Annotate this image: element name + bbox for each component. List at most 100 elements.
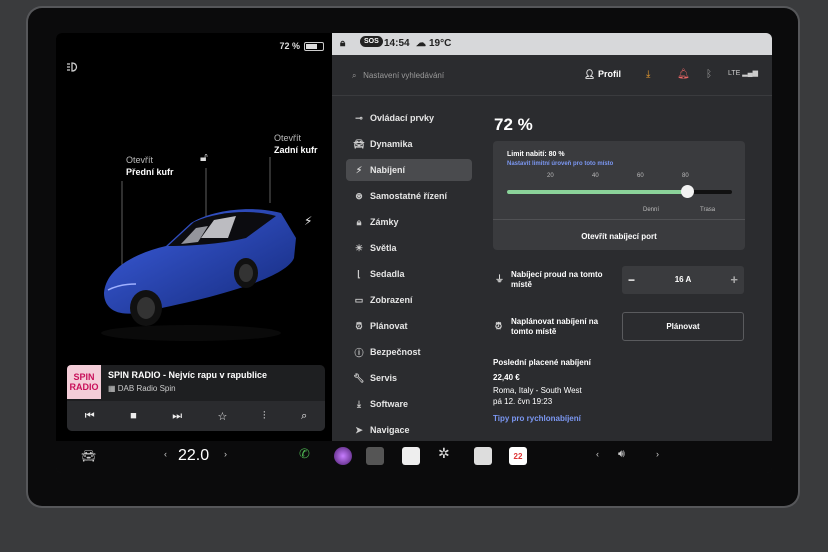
weather-icon: ☁︎ — [416, 38, 426, 49]
menu-item-label: Dynamika — [370, 139, 413, 149]
wrench-icon: 🔧︎ — [353, 372, 365, 383]
slider-handle[interactable] — [681, 185, 694, 198]
charge-percent: 72 % — [494, 115, 533, 134]
daily-range-label: Denní — [643, 207, 660, 213]
light-icon: ☀︎ — [354, 242, 364, 253]
bell-icon[interactable]: 🔔︎ — [677, 69, 690, 80]
last-paid-charge: Poslední placené nabíjení 22,40 € Roma, … — [493, 357, 591, 407]
menu-item-11[interactable]: ⤓ Software — [346, 393, 472, 415]
track-source: ▦ DAB Radio Spin — [108, 384, 176, 393]
slider-ticks: 20 40 60 80 — [507, 173, 733, 183]
seat-icon: ⌊ — [357, 268, 361, 279]
menu-item-label: Plánovat — [370, 321, 408, 331]
menu-item-6[interactable]: ⌊ Sedadla — [346, 263, 472, 285]
lte-signal-icon: LTE ▂▄▆ — [728, 70, 758, 77]
download-update-icon[interactable]: ⤓ — [646, 69, 650, 80]
temp-up-chevron-icon[interactable]: › — [224, 449, 227, 459]
volume-up-chevron-icon[interactable]: › — [656, 449, 659, 459]
steering-icon: ⊛ — [355, 190, 363, 201]
menu-item-label: Ovládací prvky — [370, 113, 435, 123]
clock: 14:54 — [384, 38, 410, 49]
car-model-image[interactable] — [96, 198, 306, 348]
volume-icon[interactable]: 🔊︎ — [618, 448, 625, 461]
next-icon[interactable]: ⏭︎ — [172, 410, 182, 423]
settings-menu: ⊸ Ovládací prvky 🚘︎ Dynamika ⚡︎ Nabíjení ⊛ Samo… — [346, 107, 472, 445]
tick-60: 60 — [637, 173, 644, 179]
source-name: DAB Radio Spin — [117, 384, 176, 393]
charge-current-value: 16 A — [674, 275, 692, 284]
toggle-icon: ⊸ — [355, 112, 363, 123]
menu-item-5[interactable]: ☀︎ Světla — [346, 237, 472, 259]
charge-limit-slider[interactable] — [507, 185, 732, 198]
bolt-icon: ⚡︎ — [355, 164, 363, 175]
car-icon[interactable]: 🚘︎ — [81, 449, 96, 463]
alarm-icon: ⏰︎ — [355, 320, 363, 331]
tick-80: 80 — [682, 173, 689, 179]
favorite-star-icon[interactable]: ☆ — [218, 410, 228, 423]
fast-charging-tips-link[interactable]: Tipy pro rychlonabíjení — [493, 414, 581, 423]
menu-item-12[interactable]: ➤ Navigace — [346, 419, 472, 441]
settings-search[interactable]: ⌕ Nastavení vyhledávání — [352, 71, 444, 81]
fan-icon[interactable]: ✲ — [438, 445, 450, 462]
menu-item-1[interactable]: 🚘︎ Dynamika — [346, 133, 472, 155]
touchscreen: 72 % Otevřít Přední kufr Otevřít Zadní k… — [56, 33, 772, 473]
download-icon: ⤓ — [357, 398, 361, 409]
increase-button[interactable]: + — [730, 272, 738, 287]
menu-item-label: Bezpečnost — [370, 347, 421, 357]
charge-current-label: Nabíjecí proud na tomto místě — [511, 270, 603, 289]
car-panel: 72 % Otevřít Přední kufr Otevřít Zadní k… — [56, 33, 332, 441]
slider-fill — [507, 190, 687, 194]
menu-item-9[interactable]: ⓘ Bezpečnost — [346, 341, 472, 363]
schedule-label: Naplánovat nabíjení na tomto místě — [511, 317, 599, 336]
menu-item-label: Zobrazení — [370, 295, 413, 305]
profile-label: Profil — [597, 69, 621, 79]
charge-limit-label: Limit nabití: 80 % — [507, 151, 565, 158]
phone-icon[interactable]: ✆ — [299, 446, 310, 462]
menu-item-7[interactable]: ▭ Zobrazení — [346, 289, 472, 311]
menu-item-label: Software — [370, 399, 409, 409]
menu-item-label: Sedadla — [370, 269, 405, 279]
open-charge-port-button[interactable]: Otevřít nabíjecí port — [493, 219, 745, 241]
notes-app-icon[interactable] — [402, 447, 420, 465]
lock-icon: 🔒︎ — [356, 216, 362, 227]
bluetooth-icon[interactable]: ᛒ — [706, 69, 712, 80]
temp-down-chevron-icon[interactable]: ‹ — [164, 449, 167, 459]
last-charge-header: Poslední placené nabíjení — [493, 358, 591, 367]
equalizer-icon[interactable]: ⫶ — [263, 410, 266, 423]
top-bar: ⌕ Nastavení vyhledávání 👤︎ Profil ⤓ 🔔︎ ᛒ… — [332, 55, 772, 96]
last-charge-amount: 22,40 € — [493, 373, 520, 382]
stop-icon[interactable]: ■ — [130, 410, 137, 422]
menu-item-label: Servis — [370, 373, 398, 383]
car-icon: 🚘︎ — [353, 138, 365, 149]
previous-icon[interactable]: ⏮︎ — [85, 410, 95, 423]
menu-item-0[interactable]: ⊸ Ovládací prvky — [346, 107, 472, 129]
volume-down-chevron-icon[interactable]: ‹ — [596, 449, 599, 459]
menu-item-label: Nabíjení — [370, 165, 406, 175]
menu-item-label: Zámky — [370, 217, 399, 227]
tick-40: 40 — [592, 173, 599, 179]
calendar-app-icon[interactable]: 22 — [509, 447, 527, 465]
menu-item-8[interactable]: ⏰︎ Plánovat — [346, 315, 472, 337]
station-logo: SPIN RADIO — [67, 365, 101, 399]
cabin-temperature[interactable]: 22.0 — [178, 447, 209, 465]
manual-app-icon[interactable] — [474, 447, 492, 465]
charge-current-stepper[interactable]: − 16 A + — [622, 266, 744, 294]
outside-temp: 19°C — [429, 38, 452, 49]
menu-item-4[interactable]: 🔒︎ Zámky — [346, 211, 472, 233]
menu-item-3[interactable]: ⊛ Samostatné řízení — [346, 185, 472, 207]
lock-status-icon[interactable]: 🔒︎ — [340, 38, 345, 49]
charge-limit-hint[interactable]: Nastavit limitní úroveň pro toto místo — [507, 161, 613, 167]
schedule-button[interactable]: Plánovat — [622, 312, 744, 341]
apps-launcher-icon[interactable] — [366, 447, 384, 465]
unlocked-icon[interactable]: 🔓︎ — [200, 150, 208, 165]
media-player[interactable]: SPIN RADIO SPIN RADIO - Nejvíc rapu v ra… — [67, 365, 325, 431]
sos-icon[interactable]: SOS — [360, 36, 383, 47]
menu-item-10[interactable]: 🔧︎ Servis — [346, 367, 472, 389]
camera-app-icon[interactable] — [334, 447, 352, 465]
menu-item-2[interactable]: ⚡︎ Nabíjení — [346, 159, 472, 181]
info-icon: ⓘ — [354, 347, 364, 358]
search-input[interactable]: Nastavení vyhledávání — [363, 71, 444, 80]
media-search-icon[interactable]: ⌕ — [301, 410, 307, 423]
trip-range-label: Trasa — [700, 207, 716, 213]
profile-button[interactable]: 👤︎ Profil — [584, 69, 621, 80]
